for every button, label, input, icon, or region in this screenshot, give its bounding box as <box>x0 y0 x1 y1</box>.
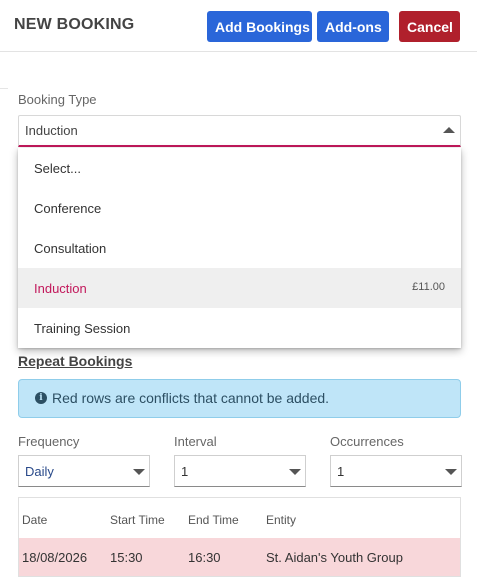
caret-down-icon <box>445 469 457 475</box>
panel-header: NEW BOOKING Add Bookings Add-ons Cancel <box>0 0 477 52</box>
cancel-button[interactable]: Cancel <box>399 11 460 42</box>
option-label: Conference <box>34 201 102 216</box>
column-header-start-time: Start Time <box>110 513 165 527</box>
row-start-time: 15:30 <box>110 550 143 565</box>
interval-label: Interval <box>174 434 217 449</box>
option-label: Training Session <box>34 321 131 336</box>
option-price: £11.00 <box>412 281 445 293</box>
conflict-info-alert: i Red rows are conflicts that cannot be … <box>18 379 461 418</box>
row-entity: St. Aidan's Youth Group <box>266 550 403 565</box>
info-circle-icon: i <box>35 392 47 404</box>
occurrences-select[interactable]: 1 <box>330 455 462 487</box>
booking-type-dropdown: Select... Conference Consultation Induct… <box>18 148 461 348</box>
dropdown-option-training-session[interactable]: Training Session <box>18 308 461 348</box>
repeat-bookings-heading: Repeat Bookings <box>18 353 133 369</box>
row-date: 18/08/2026 <box>22 550 88 565</box>
divider <box>0 88 8 89</box>
dropdown-option-select[interactable]: Select... <box>18 148 461 188</box>
column-header-date: Date <box>22 513 48 527</box>
occurrences-value: 1 <box>337 464 345 479</box>
alert-message: Red rows are conflicts that cannot be ad… <box>52 390 330 406</box>
caret-down-icon <box>133 469 145 475</box>
frequency-value: Daily <box>25 464 54 479</box>
column-header-entity: Entity <box>266 513 297 527</box>
dropdown-option-conference[interactable]: Conference <box>18 188 461 228</box>
option-label: Induction <box>34 281 87 296</box>
caret-up-icon <box>443 127 455 133</box>
row-end-time: 16:30 <box>188 550 221 565</box>
add-bookings-button[interactable]: Add Bookings <box>207 11 312 42</box>
page-title: NEW BOOKING <box>14 16 135 33</box>
frequency-select[interactable]: Daily <box>18 455 150 487</box>
interval-select[interactable]: 1 <box>174 455 306 487</box>
option-label: Select... <box>34 161 81 176</box>
column-header-end-time: End Time <box>188 513 239 527</box>
table-row-conflict: 18/08/2026 15:30 16:30 St. Aidan's Youth… <box>19 538 460 576</box>
dropdown-option-induction[interactable]: Induction £11.00 <box>18 268 461 308</box>
caret-down-icon <box>289 469 301 475</box>
add-ons-button[interactable]: Add-ons <box>317 11 389 42</box>
interval-value: 1 <box>181 464 189 479</box>
option-label: Consultation <box>34 241 107 256</box>
booking-type-value: Induction <box>25 123 78 138</box>
dropdown-option-consultation[interactable]: Consultation <box>18 228 461 268</box>
frequency-label: Frequency <box>18 434 80 449</box>
booking-type-select[interactable]: Induction <box>18 115 461 147</box>
new-booking-panel: NEW BOOKING Add Bookings Add-ons Cancel … <box>0 0 477 584</box>
occurrences-label: Occurrences <box>330 434 404 449</box>
repeat-bookings-table: Date Start Time End Time Entity 18/08/20… <box>18 497 461 577</box>
booking-type-label: Booking Type <box>18 92 97 107</box>
